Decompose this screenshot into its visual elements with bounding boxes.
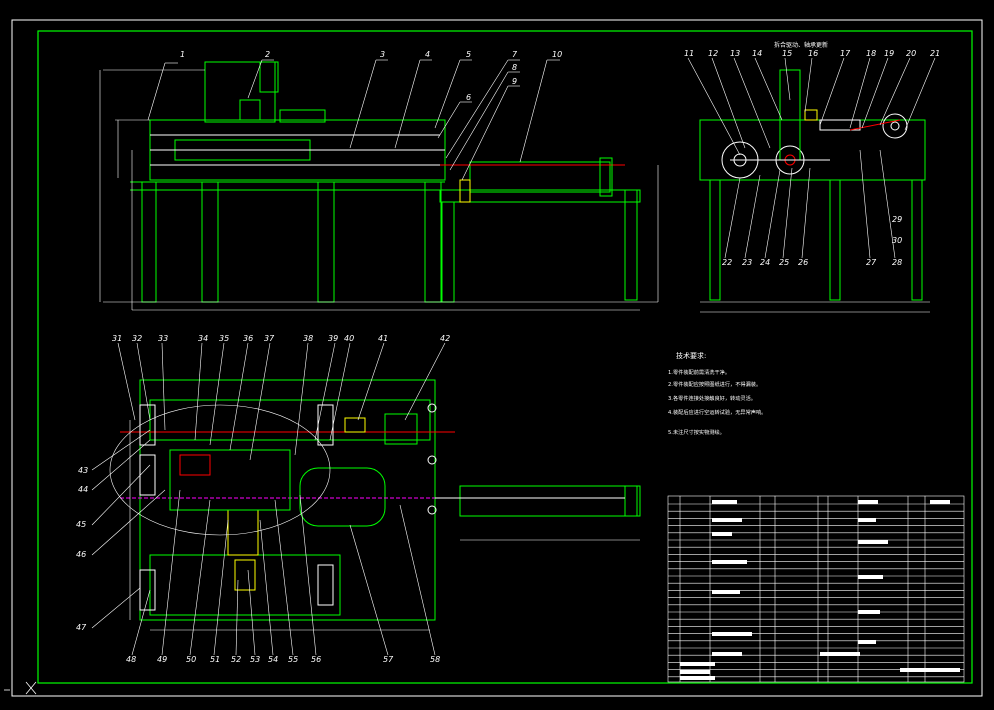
tech-req-line: 4.装配后应进行空运转试验，无异常声响。 bbox=[668, 408, 766, 416]
plan-top-label-34: 34 bbox=[198, 334, 208, 343]
table-cell-text bbox=[858, 640, 876, 644]
plan-top-label-38: 38 bbox=[303, 334, 313, 343]
plan-top-label-33: 33 bbox=[158, 334, 168, 343]
side-label-21: 21 bbox=[930, 49, 940, 58]
side-label-19: 19 bbox=[884, 49, 894, 58]
table-cell-text bbox=[858, 575, 883, 579]
side-label-28: 28 bbox=[892, 258, 902, 267]
plan-left-label-47: 47 bbox=[76, 623, 87, 632]
side-label-12: 12 bbox=[708, 49, 718, 58]
side-label-29: 29 bbox=[892, 215, 902, 224]
plan-bottom-label-58: 58 bbox=[430, 655, 440, 664]
plan-top-label-32: 32 bbox=[132, 334, 142, 343]
plan-left-label-45: 45 bbox=[76, 520, 86, 529]
table-cell-text bbox=[820, 652, 860, 656]
plan-bottom-label-55: 55 bbox=[288, 655, 298, 664]
top-label-1: 1 bbox=[180, 50, 185, 59]
plan-bottom-label-48: 48 bbox=[126, 655, 136, 664]
side-label-14: 14 bbox=[752, 49, 762, 58]
plan-top-label-37: 37 bbox=[264, 334, 275, 343]
plan-left-label-44: 44 bbox=[78, 485, 88, 494]
plan-bottom-label-52: 52 bbox=[231, 655, 241, 664]
top-label-8: 8 bbox=[512, 63, 517, 72]
table-cell-text bbox=[680, 662, 715, 666]
table-cell-text bbox=[858, 500, 878, 504]
table-cell-text bbox=[712, 500, 737, 504]
plan-left-label-46: 46 bbox=[76, 550, 86, 559]
ucs-icon bbox=[4, 681, 37, 695]
side-label-27: 27 bbox=[866, 258, 877, 267]
side-label-18: 18 bbox=[866, 49, 876, 58]
side-label-26: 26 bbox=[798, 258, 808, 267]
side-label-20: 20 bbox=[906, 49, 916, 58]
technical-requirements: 技术要求: 1.零件装配前需清洗干净。 2.零件装配应按照图纸进行，不得漏装。 … bbox=[668, 351, 766, 436]
plan-view bbox=[109, 379, 641, 631]
table-cell-text bbox=[858, 540, 888, 544]
side-label-23: 23 bbox=[742, 258, 752, 267]
side-view bbox=[699, 69, 930, 313]
plan-top-label-35: 35 bbox=[219, 334, 229, 343]
plan-top-label-39: 39 bbox=[328, 334, 338, 343]
tech-req-line: 2.零件装配应按照图纸进行，不得漏装。 bbox=[668, 380, 761, 388]
table-cell-text bbox=[712, 518, 742, 522]
top-label-10: 10 bbox=[552, 50, 562, 59]
tech-req-line: 5.未注尺寸按实物测绘。 bbox=[668, 428, 725, 436]
side-label-11: 11 bbox=[684, 49, 694, 58]
plan-top-label-42: 42 bbox=[440, 334, 450, 343]
top-label-4: 4 bbox=[425, 50, 430, 59]
plan-bottom-label-54: 54 bbox=[268, 655, 278, 664]
top-label-3: 3 bbox=[380, 50, 385, 59]
plan-bottom-label-53: 53 bbox=[250, 655, 260, 664]
plan-bottom-label-57: 57 bbox=[383, 655, 394, 664]
plan-bottom-label-51: 51 bbox=[210, 655, 220, 664]
top-label-6: 6 bbox=[466, 93, 471, 102]
parts-list-table bbox=[667, 495, 965, 683]
side-label-15: 15 bbox=[782, 49, 792, 58]
table-cell-text bbox=[712, 532, 732, 536]
cad-drawing: 拆合驱动、轴承更新 技术要求: 1.零件装配前需清洗干净。 2.零件装配应按照图… bbox=[4, 19, 983, 697]
table-cell-text bbox=[712, 632, 752, 636]
table-cell-text bbox=[712, 590, 740, 594]
plan-top-label-40: 40 bbox=[344, 334, 354, 343]
side-label-17: 17 bbox=[840, 49, 851, 58]
top-label-7: 7 bbox=[512, 50, 518, 59]
sheet-border-inner bbox=[37, 30, 973, 684]
top-label-5: 5 bbox=[466, 50, 471, 59]
table-cell-text bbox=[680, 670, 710, 674]
table-cell-text bbox=[712, 652, 742, 656]
plan-bottom-label-50: 50 bbox=[186, 655, 196, 664]
table-cell-text bbox=[900, 668, 960, 672]
sheet-border-outer bbox=[11, 19, 983, 697]
table-cell-text bbox=[858, 610, 880, 614]
side-label-30: 30 bbox=[892, 236, 902, 245]
tech-req-title: 技术要求: bbox=[676, 351, 706, 360]
tech-req-line: 1.零件装配前需清洗干净。 bbox=[668, 368, 730, 376]
balloon-labels: 1 2 3 4 5678910 11 12 13 14 15 16 17 18 19 20 2122 23 24 2… bbox=[76, 49, 940, 664]
plan-top-label-31: 31 bbox=[112, 334, 122, 343]
table-cell-text bbox=[680, 676, 715, 680]
side-label-24: 24 bbox=[760, 258, 770, 267]
top-label-9: 9 bbox=[512, 77, 517, 86]
side-label-13: 13 bbox=[730, 49, 740, 58]
plan-top-label-41: 41 bbox=[378, 334, 388, 343]
plan-left-label-43: 43 bbox=[78, 466, 88, 475]
side-label-25: 25 bbox=[779, 258, 789, 267]
top-label-2: 2 bbox=[265, 50, 270, 59]
side-label-16: 16 bbox=[808, 49, 818, 58]
plan-view-leaders bbox=[91, 342, 446, 656]
plan-top-label-36: 36 bbox=[243, 334, 253, 343]
plan-bottom-label-49: 49 bbox=[157, 655, 167, 664]
tech-req-line: 3.各零件连接处接触良好，转动灵活。 bbox=[668, 394, 756, 402]
side-view-leaders bbox=[687, 57, 936, 259]
table-cell-text bbox=[930, 500, 950, 504]
plan-bottom-label-56: 56 bbox=[311, 655, 321, 664]
section-view-title: 拆合驱动、轴承更新 bbox=[774, 41, 828, 49]
table-cell-text bbox=[712, 560, 747, 564]
front-view bbox=[99, 61, 659, 311]
side-label-22: 22 bbox=[722, 258, 732, 267]
table-cell-text bbox=[858, 518, 876, 522]
